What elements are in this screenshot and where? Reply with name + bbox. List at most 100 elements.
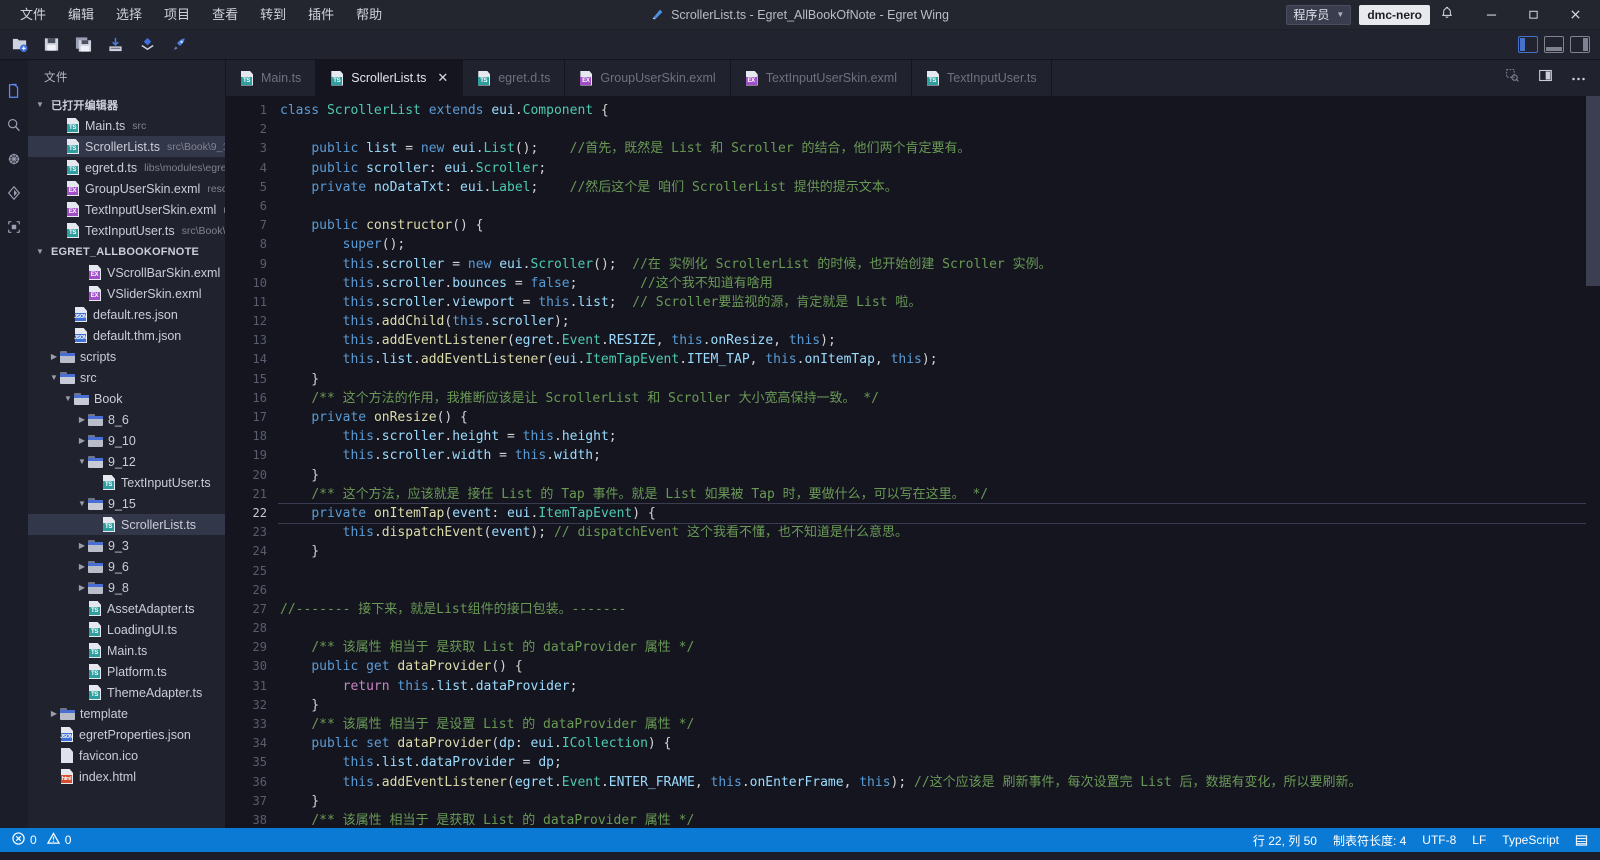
status-language-mode[interactable]: TypeScript (1494, 828, 1567, 852)
code-line[interactable] (280, 619, 1600, 638)
code-line[interactable]: this.addEventListener(egret.Event.ENTER_… (280, 773, 1600, 792)
code-line[interactable]: this.scroller.bounces = false; //这个我不知道有… (280, 274, 1600, 293)
tree-item-platform-ts[interactable]: TS Platform.ts (28, 661, 225, 682)
menu-item-4[interactable]: 查看 (202, 4, 248, 25)
open-editor-item[interactable]: TS ScrollerList.ts src\Book\9_15 (28, 136, 225, 157)
open-editor-item[interactable]: TS Main.ts src (28, 115, 225, 136)
code-line[interactable]: this.scroller.height = this.height; (280, 427, 1600, 446)
open-editor-item[interactable]: TS egret.d.ts libs\modules\egret (28, 157, 225, 178)
menu-item-6[interactable]: 插件 (298, 4, 344, 25)
editor-tab-scrollerlist-ts[interactable]: TS ScrollerList.ts ✕ (316, 60, 464, 96)
tree-item-assetadapter-ts[interactable]: TS AssetAdapter.ts (28, 598, 225, 619)
tree-item-textinputuser-ts[interactable]: TS TextInputUser.ts (28, 472, 225, 493)
code-line[interactable]: super(); (280, 235, 1600, 254)
tree-item-9_3[interactable]: ▶ 9_3 (28, 535, 225, 556)
code-line[interactable]: private onResize() { (280, 408, 1600, 427)
source-control-icon[interactable] (1, 180, 27, 206)
tree-item-scripts[interactable]: ▶ scripts (28, 346, 225, 367)
tree-item-9_12[interactable]: ▼ 9_12 (28, 451, 225, 472)
code-line[interactable]: /** 该属性 相当于 是获取 List 的 dataProvider 属性 *… (280, 638, 1600, 657)
menu-item-5[interactable]: 转到 (250, 4, 296, 25)
bell-icon[interactable] (1440, 6, 1454, 23)
tree-item-default-thm-json[interactable]: JSON default.thm.json (28, 325, 225, 346)
code-line[interactable]: } (280, 466, 1600, 485)
code-line[interactable]: } (280, 370, 1600, 389)
code-line[interactable] (280, 562, 1600, 581)
code-line[interactable]: public get dataProvider() { (280, 657, 1600, 676)
code-line[interactable]: } (280, 542, 1600, 561)
open-editor-item[interactable]: TS TextInputUser.ts src\Book\9_12 (28, 220, 225, 241)
feedback-icon[interactable] (1567, 828, 1596, 852)
extensions-icon[interactable] (1, 214, 27, 240)
tree-item-default-res-json[interactable]: JSON default.res.json (28, 304, 225, 325)
code-editor[interactable]: 1 2 3 4 5 6 7 8 9 10 11 12 13 14 15 16 17 18 19 20 21 22 23 24 2… (226, 96, 1600, 828)
tree-item-8_6[interactable]: ▶ 8_6 (28, 409, 225, 430)
code-line[interactable]: /** 这个方法，应该就是 接任 List 的 Tap 事件。就是 List 如… (280, 485, 1600, 504)
code-line[interactable]: this.addChild(this.scroller); (280, 312, 1600, 331)
tree-item-themeadapter-ts[interactable]: TS ThemeAdapter.ts (28, 682, 225, 703)
scrollbar-thumb[interactable] (1586, 96, 1600, 286)
menu-item-2[interactable]: 选择 (106, 4, 152, 25)
code-line[interactable]: /** 该属性 相当于 是获取 List 的 dataProvider 属性 *… (280, 811, 1600, 828)
editor-tab-main-ts[interactable]: TS Main.ts (226, 60, 317, 96)
code-line[interactable]: public set dataProvider(dp: eui.ICollect… (280, 734, 1600, 753)
code-line[interactable]: this.list.dataProvider = dp; (280, 753, 1600, 772)
search-icon[interactable] (1, 112, 27, 138)
status-tab-size[interactable]: 制表符长度: 4 (1325, 828, 1414, 852)
layout-sidebar-icon[interactable] (1518, 36, 1538, 53)
user-chip[interactable]: dmc-nero (1359, 4, 1430, 25)
tree-item-loadingui-ts[interactable]: TS LoadingUI.ts (28, 619, 225, 640)
tree-item-scrollerlist-ts[interactable]: TS ScrollerList.ts (28, 514, 225, 535)
code-line[interactable]: /** 这个方法的作用，我推断应该是让 ScrollerList 和 Scrol… (280, 389, 1600, 408)
run-icon[interactable] (168, 34, 190, 56)
debug-icon[interactable] (1, 146, 27, 172)
code-line[interactable]: class ScrollerList extends eui.Component… (280, 101, 1600, 120)
tree-item-book[interactable]: ▼ Book (28, 388, 225, 409)
code-line[interactable]: public constructor() { (280, 216, 1600, 235)
open-editor-item[interactable]: EXTextInputUserSkin.exmlresou... (28, 199, 225, 220)
code-line[interactable] (280, 120, 1600, 139)
status-eol[interactable]: LF (1464, 828, 1494, 852)
code-line[interactable] (280, 581, 1600, 600)
menu-item-7[interactable]: 帮助 (346, 4, 392, 25)
code-line[interactable]: this.scroller = new eui.Scroller(); //在 … (280, 255, 1600, 274)
layout-panel-icon[interactable] (1544, 36, 1564, 53)
minimize-button[interactable] (1470, 0, 1512, 30)
code-line[interactable]: public scroller: eui.Scroller; (280, 159, 1600, 178)
publish-icon[interactable] (136, 34, 158, 56)
code-line[interactable]: return this.list.dataProvider; (280, 677, 1600, 696)
code-line[interactable]: this.scroller.width = this.width; (280, 446, 1600, 465)
new-file-icon[interactable] (8, 34, 30, 56)
split-editor-icon[interactable] (1538, 68, 1553, 88)
project-header[interactable]: ▼ EGRET_ALLBOOKOFNOTE (28, 241, 225, 262)
menu-item-3[interactable]: 项目 (154, 4, 200, 25)
tree-item-template[interactable]: ▶ template (28, 703, 225, 724)
open-editors-header[interactable]: ▼ 已打开编辑器 (28, 94, 225, 115)
code-line[interactable]: this.dispatchEvent(event); // dispatchEv… (280, 523, 1600, 542)
tree-item-favicon-ico[interactable]: favicon.ico (28, 745, 225, 766)
open-editor-item[interactable]: EX GroupUserSkin.exml resource... (28, 178, 225, 199)
code-line[interactable] (280, 197, 1600, 216)
split-preview-icon[interactable] (1505, 68, 1520, 88)
save-all-icon[interactable] (72, 34, 94, 56)
code-line[interactable]: private onItemTap(event: eui.ItemTapEven… (278, 502, 1600, 525)
code-line[interactable]: this.scroller.viewport = this.list; // S… (280, 293, 1600, 312)
code-line[interactable]: } (280, 696, 1600, 715)
tab-close-icon[interactable]: ✕ (437, 70, 448, 86)
tree-item-9_8[interactable]: ▶ 9_8 (28, 577, 225, 598)
tree-item-9_15[interactable]: ▼ 9_15 (28, 493, 225, 514)
code-line[interactable]: } (280, 792, 1600, 811)
explorer-icon[interactable] (1, 78, 27, 104)
code-line[interactable]: this.list.addEventListener(eui.ItemTapEv… (280, 350, 1600, 369)
more-actions-icon[interactable] (1571, 69, 1586, 87)
tree-item-main-ts[interactable]: TS Main.ts (28, 640, 225, 661)
editor-tab-textinputuser-ts[interactable]: TS TextInputUser.ts (912, 60, 1052, 96)
tree-item-egretproperties-json[interactable]: JSON egretProperties.json (28, 724, 225, 745)
editor-tab-egret-d-ts[interactable]: TS egret.d.ts (463, 60, 566, 96)
tree-item-index-html[interactable]: html index.html (28, 766, 225, 787)
layout-right-icon[interactable] (1570, 36, 1590, 53)
tree-item-9_10[interactable]: ▶ 9_10 (28, 430, 225, 451)
code-content[interactable]: class ScrollerList extends eui.Component… (278, 96, 1600, 828)
editor-tab-textinputuserskin-exml[interactable]: EX TextInputUserSkin.exml (730, 60, 912, 96)
close-button[interactable] (1554, 0, 1596, 30)
